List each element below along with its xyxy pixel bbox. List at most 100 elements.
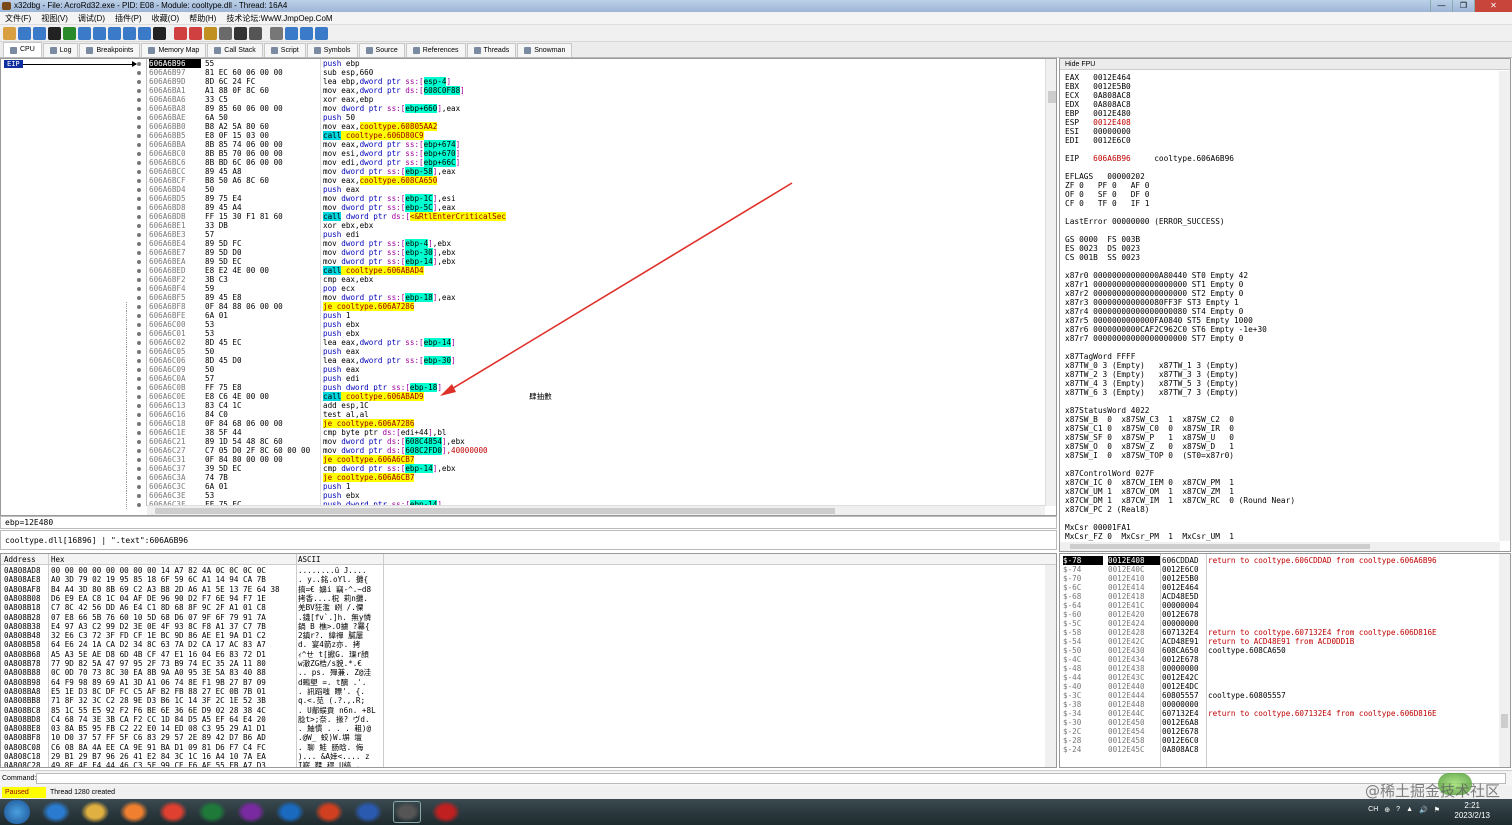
breakpoint-dot[interactable]	[137, 116, 141, 120]
register-line[interactable]: x87r6 0000000000CAF2C962C0 ST6 Empty -1e…	[1065, 325, 1267, 334]
breakpoint-dot[interactable]	[137, 431, 141, 435]
dump-scrollbar[interactable]	[1045, 565, 1056, 767]
stack-row[interactable]: $-34 0012E44C 607132E4 return to cooltype.6…	[1060, 709, 1500, 718]
x32dbg-icon[interactable]	[393, 801, 421, 823]
disasm-row[interactable]: 606A6BCF B8 50 A6 8C 60 mov eax,cooltype.6…	[1, 176, 1046, 185]
info-icon[interactable]	[315, 26, 328, 40]
breakpoint-dot[interactable]	[137, 404, 141, 408]
media-icon[interactable]	[120, 801, 148, 823]
breakpoint-dot[interactable]	[137, 224, 141, 228]
tray-icon[interactable]: ⚑	[1434, 806, 1440, 814]
register-line[interactable]: x87r4 00000000000000000080 ST4 Empty 0	[1065, 307, 1243, 316]
stack-row[interactable]: $-54 0012E42C ACD48E91 return to ACD48E91 f…	[1060, 637, 1500, 646]
register-line[interactable]: GS 0000 FS 003B	[1065, 235, 1140, 244]
register-line[interactable]: EIP 606A6B96 cooltype.606A6B96	[1065, 154, 1234, 163]
dump-row[interactable]: 0A808AE8 A0 3D 79 02 19 95 85 18 6F 59 6C…	[1, 575, 1041, 584]
breakpoint-dot[interactable]	[137, 413, 141, 417]
stack-row[interactable]: $-3C 0012E444 60805557 cooltype.60805557	[1060, 691, 1500, 700]
register-line[interactable]: CS 001B SS 0023	[1065, 253, 1140, 262]
dump-row[interactable]: 0A808BD8 C4 68 74 3E 3B CA F2 CC 1D 84 D5…	[1, 715, 1041, 724]
stack-row[interactable]: $-24 0012E45C 0A808AC8	[1060, 745, 1500, 754]
maximize-button[interactable]: ❐	[1452, 0, 1474, 12]
register-line[interactable]: x87r0 00000000000000A80440 ST0 Empty 42	[1065, 271, 1248, 280]
disassembly-scrollbar[interactable]	[1045, 59, 1056, 506]
register-line[interactable]: x87StatusWord 4022	[1065, 406, 1150, 415]
disasm-row[interactable]: 606A6BE4 89 5D FC mov dword ptr ss:[ebp-4]…	[1, 239, 1046, 248]
stack-row[interactable]: $-78 0012E408 606CDDAD return to cooltype.6…	[1060, 556, 1500, 565]
stack-row[interactable]: $-6C 0012E414 0012E464	[1060, 583, 1500, 592]
disasm-row[interactable]: 606A6BC0 8B B5 70 06 00 00 mov esi,dword p…	[1, 149, 1046, 158]
disasm-row[interactable]: 606A6BD4 50 push eax	[1, 185, 1046, 194]
patch-icon[interactable]	[174, 26, 187, 40]
minimize-button[interactable]: —	[1430, 0, 1452, 12]
breakpoint-dot[interactable]	[137, 440, 141, 444]
disasm-row[interactable]: 606A6BED E8 E2 4E 00 00 call cooltype.606A…	[1, 266, 1046, 275]
breakpoint-dot[interactable]	[137, 485, 141, 489]
menu-help[interactable]: 帮助(H)	[184, 12, 221, 24]
stack-pane[interactable]: $-78 0012E408 606CDDAD return to cooltype.6…	[1059, 553, 1511, 768]
breakpoint-dot[interactable]	[137, 215, 141, 219]
dump-header-hex[interactable]: Hex	[51, 554, 65, 565]
tray-icon[interactable]: ▲	[1406, 806, 1413, 814]
dump-row[interactable]: 0A808C18 29 B1 29 B7 96 26 41 E2 84 3C 1C…	[1, 752, 1041, 761]
stack-row[interactable]: $-4C 0012E434 0012E678	[1060, 655, 1500, 664]
disasm-row[interactable]: 606A6BF5 89 45 E8 mov dword ptr ss:[ebp-18…	[1, 293, 1046, 302]
disasm-row[interactable]: 606A6C0B FF 75 E8 push dword ptr ss:[ebp-1…	[1, 383, 1046, 392]
menu-file[interactable]: 文件(F)	[0, 12, 36, 24]
disasm-row[interactable]: 606A6BC6 8B BD 6C 06 00 00 mov edi,dword p…	[1, 158, 1046, 167]
breakpoint-dot[interactable]	[137, 350, 141, 354]
disasm-row[interactable]: 606A6BB5 E8 0F 15 03 00 call cooltype.606D…	[1, 131, 1046, 140]
register-line[interactable]: x87r2 00000000000000000000 ST2 Empty 0	[1065, 289, 1243, 298]
menu-favourites[interactable]: 收藏(O)	[147, 12, 185, 24]
register-line[interactable]: ZF 0 PF 0 AF 0	[1065, 181, 1150, 190]
register-line[interactable]: MxCsr 00001FA1	[1065, 523, 1131, 532]
clock[interactable]: 2:21 2023/2/13	[1454, 801, 1490, 821]
dump-row[interactable]: 0A808B48 32 E6 C3 72 3F FD CF 1E BC 9D 86…	[1, 631, 1041, 640]
breakpoint-dot[interactable]	[137, 323, 141, 327]
registers-hscrollbar[interactable]	[1060, 542, 1500, 551]
registers-pane[interactable]: Hide FPU EAX 0012E464 EBX 0012E5B0 ECX 0A8…	[1059, 58, 1511, 552]
breakpoint-dot[interactable]	[137, 242, 141, 246]
tab-memory-map[interactable]: Memory Map	[141, 43, 207, 57]
breakpoint-dot[interactable]	[137, 80, 141, 84]
stack-row[interactable]: $-44 0012E43C 0012E42C	[1060, 673, 1500, 682]
dump-row[interactable]: 0A808BA8 E5 1E D3 8C DF FC C5 AF B2 FB 88…	[1, 687, 1041, 696]
disasm-row[interactable]: 606A6B9D 8D 6C 24 FC lea ebp,dword ptr ss:…	[1, 77, 1046, 86]
stack-row[interactable]: $-5C 0012E424 00000000	[1060, 619, 1500, 628]
disasm-row[interactable]: 606A6BDB FF 15 30 F1 81 60 call dword ptr …	[1, 212, 1046, 221]
breakpoint-dot[interactable]	[137, 368, 141, 372]
pause-icon[interactable]	[78, 26, 91, 40]
disasm-row[interactable]: 606A6BFE 6A 01 push 1	[1, 311, 1046, 320]
dump-row[interactable]: 0A808B38 E4 97 A3 C2 99 D2 3E 0E 4F 93 8C…	[1, 622, 1041, 631]
settings-icon[interactable]	[285, 26, 298, 40]
stack-row[interactable]: $-74 0012E40C 0012E6C0	[1060, 565, 1500, 574]
disasm-row[interactable]: 606A6BF8 0F 84 88 06 00 00 je cooltype.606…	[1, 302, 1046, 311]
stack-row[interactable]: $-64 0012E41C 00000004	[1060, 601, 1500, 610]
disasm-row[interactable]: 606A6C05 50 push eax	[1, 347, 1046, 356]
breakpoint-dot[interactable]	[137, 422, 141, 426]
register-line[interactable]: x87ControlWord 027F	[1065, 469, 1154, 478]
font-icon[interactable]	[249, 26, 262, 40]
disasm-row[interactable]: 606A6BBA 8B 85 74 06 00 00 mov eax,dword p…	[1, 140, 1046, 149]
explorer-icon[interactable]	[81, 801, 109, 823]
breakpoint-dot[interactable]	[137, 89, 141, 93]
register-line[interactable]: ESP 0012E408	[1065, 118, 1131, 127]
tab-symbols[interactable]: Symbols	[306, 43, 358, 57]
breakpoint-dot[interactable]	[137, 314, 141, 318]
tab-threads[interactable]: Threads	[466, 43, 517, 57]
menu-plugins[interactable]: 插件(P)	[110, 12, 147, 24]
register-line[interactable]: x87SW_SF 0 x87SW_P 1 x87SW_U 0	[1065, 433, 1234, 442]
breakpoint-dot[interactable]	[137, 251, 141, 255]
step-into-icon[interactable]	[93, 26, 106, 40]
breakpoint-dot[interactable]	[137, 143, 141, 147]
disasm-row[interactable]: 606A6C16 84 C0 test al,al	[1, 410, 1046, 419]
dump-row[interactable]: 0A808B68 A5 A3 5E AE D8 6D 4B CF 47 E1 16…	[1, 650, 1041, 659]
breakpoint-dot[interactable]	[137, 179, 141, 183]
register-line[interactable]: x87r3 000000000000080FF3F ST3 Empty 1	[1065, 298, 1239, 307]
close-icon[interactable]	[48, 26, 61, 40]
breakpoint-dot[interactable]	[137, 467, 141, 471]
register-line[interactable]: x87SW_I 0 x87SW_TOP 0 (ST0=x87r0)	[1065, 451, 1234, 460]
disasm-row[interactable]: 606A6BAE 6A 50 push 50	[1, 113, 1046, 122]
disasm-row[interactable]: 606A6C3E 53 push ebx	[1, 491, 1046, 500]
label-icon[interactable]	[204, 26, 217, 40]
